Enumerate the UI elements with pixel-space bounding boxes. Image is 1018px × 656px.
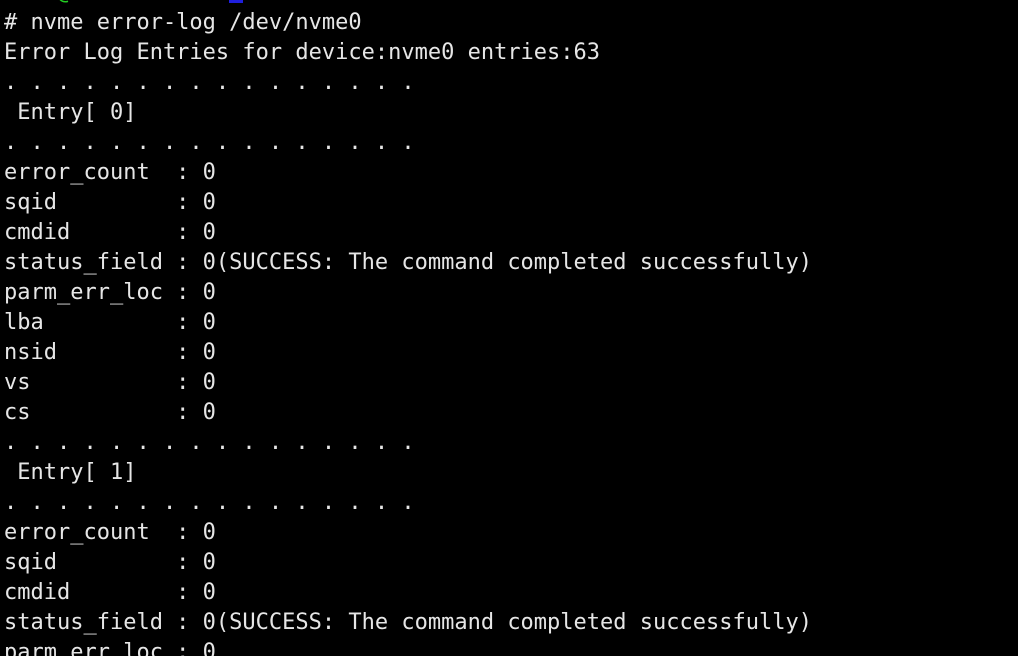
field-row-cmdid: cmdid : 0 — [4, 218, 1018, 248]
field-text: vs : 0 — [4, 370, 216, 395]
field-text: status_field : 0(SUCCESS: The command co… — [4, 250, 812, 275]
field-row-error-count: error_count : 0 — [4, 518, 1018, 548]
prompt-user-host: root@localhost — [4, 0, 189, 5]
field-text: cs : 0 — [4, 400, 216, 425]
shell-prompt-line: root@localhost:~# — [4, 0, 1018, 8]
field-row-nsid: nsid : 0 — [4, 338, 1018, 368]
field-text: parm_err_loc : 0 — [4, 640, 216, 656]
field-row-status-field: status_field : 0(SUCCESS: The command co… — [4, 608, 1018, 638]
terminal-cursor — [229, 0, 244, 3]
entry-title-text: Entry[ 1] — [4, 460, 137, 485]
entry-title: Entry[ 1] — [4, 458, 1018, 488]
error-log-header-text: Error Log Entries for device:nvme0 entri… — [4, 40, 601, 65]
field-row-sqid: sqid : 0 — [4, 188, 1018, 218]
field-text: parm_err_loc : 0 — [4, 280, 216, 305]
field-row-error-count: error_count : 0 — [4, 158, 1018, 188]
field-text: nsid : 0 — [4, 340, 216, 365]
field-row-cmdid: cmdid : 0 — [4, 578, 1018, 608]
terminal-window[interactable]: root@localhost:~# # nvme error-log /dev/… — [0, 0, 1018, 656]
field-text: cmdid : 0 — [4, 220, 216, 245]
field-text: lba : 0 — [4, 310, 216, 335]
command-line: # nvme error-log /dev/nvme0 — [4, 8, 1018, 38]
field-row-vs: vs : 0 — [4, 368, 1018, 398]
prompt-symbol: # — [216, 0, 229, 5]
separator-text: . . . . . . . . . . . . . . . . — [4, 130, 415, 155]
prompt-separator: : — [189, 0, 202, 5]
entry-title: Entry[ 0] — [4, 98, 1018, 128]
field-row-sqid: sqid : 0 — [4, 548, 1018, 578]
separator-line: . . . . . . . . . . . . . . . . — [4, 428, 1018, 458]
field-row-lba: lba : 0 — [4, 308, 1018, 338]
separator-text: . . . . . . . . . . . . . . . . — [4, 430, 415, 455]
entry-title-text: Entry[ 0] — [4, 100, 137, 125]
field-text: sqid : 0 — [4, 550, 216, 575]
field-row-parm-err-loc: parm_err_loc : 0 — [4, 278, 1018, 308]
command-line-text: # nvme error-log /dev/nvme0 — [4, 10, 362, 35]
field-text: error_count : 0 — [4, 160, 216, 185]
separator-line: . . . . . . . . . . . . . . . . — [4, 488, 1018, 518]
field-row-status-field: status_field : 0(SUCCESS: The command co… — [4, 248, 1018, 278]
field-text: sqid : 0 — [4, 190, 216, 215]
separator-text: . . . . . . . . . . . . . . . . — [4, 490, 415, 515]
terminal-screen[interactable]: root@localhost:~# # nvme error-log /dev/… — [0, 0, 1018, 656]
prompt-path: ~ — [203, 0, 216, 5]
field-text: cmdid : 0 — [4, 580, 216, 605]
separator-text: . . . . . . . . . . . . . . . . — [4, 70, 415, 95]
field-text: status_field : 0(SUCCESS: The command co… — [4, 610, 812, 635]
field-row-cs: cs : 0 — [4, 398, 1018, 428]
error-log-header: Error Log Entries for device:nvme0 entri… — [4, 38, 1018, 68]
separator-line: . . . . . . . . . . . . . . . . — [4, 68, 1018, 98]
field-text: error_count : 0 — [4, 520, 216, 545]
field-row-parm-err-loc: parm_err_loc : 0 — [4, 638, 1018, 656]
separator-line: . . . . . . . . . . . . . . . . — [4, 128, 1018, 158]
